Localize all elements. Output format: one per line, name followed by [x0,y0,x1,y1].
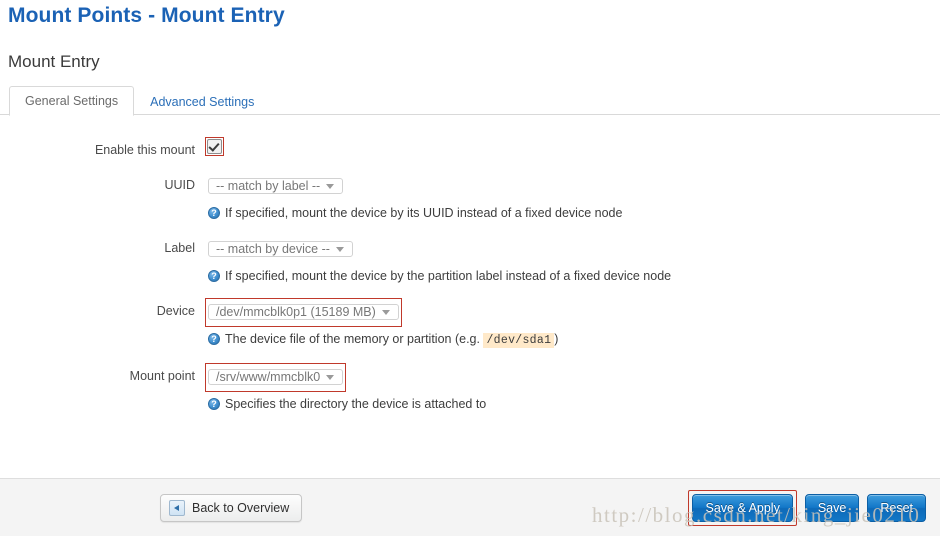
uuid-help: ? If specified, mount the device by its … [205,205,940,221]
device-help-prefix: The device file of the memory or partiti… [225,332,460,346]
field-row-enable-mount: Enable this mount [0,137,940,158]
help-icon: ? [208,270,220,282]
footer-actions: Save & Apply Save Reset [688,489,926,526]
device-help-eg: e.g. [459,332,480,346]
back-to-overview-label: Back to Overview [192,500,290,515]
mount-point-select-value: /srv/www/mmcblk0 [216,370,321,384]
back-arrow-icon [169,499,185,516]
section-title: Mount Entry [8,52,100,71]
reset-button[interactable]: Reset [867,493,926,522]
mount-point-select-frame: /srv/www/mmcblk0 [205,363,347,392]
chevron-down-icon [326,375,335,380]
device-help-text: The device file of the memory or partiti… [225,331,558,349]
uuid-help-text: If specified, mount the device by its UU… [225,206,623,220]
enable-mount-label: Enable this mount [94,143,195,157]
uuid-select[interactable]: -- match by label -- [208,178,344,194]
help-icon: ? [208,398,220,410]
field-row-label: Label -- match by device -- ? If specifi… [0,235,940,284]
label-help: ? If specified, mount the device by the … [205,268,940,284]
help-icon: ? [208,333,220,345]
label-help-text: If specified, mount the device by the pa… [225,269,672,283]
chevron-down-icon [326,184,335,189]
label-select[interactable]: -- match by device -- [208,241,353,257]
back-to-overview-button[interactable]: Back to Overview [160,493,303,522]
mount-point-label: Mount point [129,369,195,383]
uuid-label: UUID [164,178,195,192]
device-select-frame: /dev/mmcblk0p1 (15189 MB) [205,298,402,327]
tabbar: General Settings Advanced Settings [0,86,940,116]
device-label: Device [156,304,195,318]
mount-point-select[interactable]: /srv/www/mmcblk0 [208,369,344,385]
device-select[interactable]: /dev/mmcblk0p1 (15189 MB) [208,304,399,320]
save-apply-frame: Save & Apply [688,489,797,526]
enable-mount-checkbox-wrapper [205,137,224,156]
device-help-suffix: ) [554,332,559,346]
save-and-apply-button[interactable]: Save & Apply [692,493,793,522]
chevron-down-icon [381,310,390,315]
uuid-select-value: -- match by label -- [216,179,321,193]
footer-bar: Back to Overview Save & Apply Save Reset [0,478,940,536]
mount-point-help: ? Specifies the directory the device is … [205,396,940,412]
label-label: Label [164,241,195,255]
tab-general-settings[interactable]: General Settings [9,86,135,116]
label-select-frame: -- match by device -- [205,235,356,264]
mount-point-help-text: Specifies the directory the device is at… [225,397,487,411]
enable-mount-checkbox[interactable] [207,139,222,154]
chevron-down-icon [335,247,344,252]
save-button[interactable]: Save [804,493,860,522]
mount-entry-form: Enable this mount UUID -- match by label… [0,137,940,412]
page-title: Mount Points - Mount Entry [8,4,285,27]
device-select-value: /dev/mmcblk0p1 (15189 MB) [216,305,376,319]
device-help: ? The device file of the memory or parti… [205,331,940,349]
device-help-code: /dev/sda1 [483,333,555,348]
tab-advanced-settings-label: Advanced Settings [150,95,255,109]
help-icon: ? [208,207,220,219]
tab-advanced-settings[interactable]: Advanced Settings [134,87,270,116]
field-row-device: Device /dev/mmcblk0p1 (15189 MB) ? The d… [0,298,940,349]
label-select-value: -- match by device -- [216,242,330,256]
uuid-select-frame: -- match by label -- [205,172,346,201]
field-row-mount-point: Mount point /srv/www/mmcblk0 ? Specifies… [0,363,940,412]
tab-general-settings-label: General Settings [25,94,119,108]
field-row-uuid: UUID -- match by label -- ? If specified… [0,172,940,221]
